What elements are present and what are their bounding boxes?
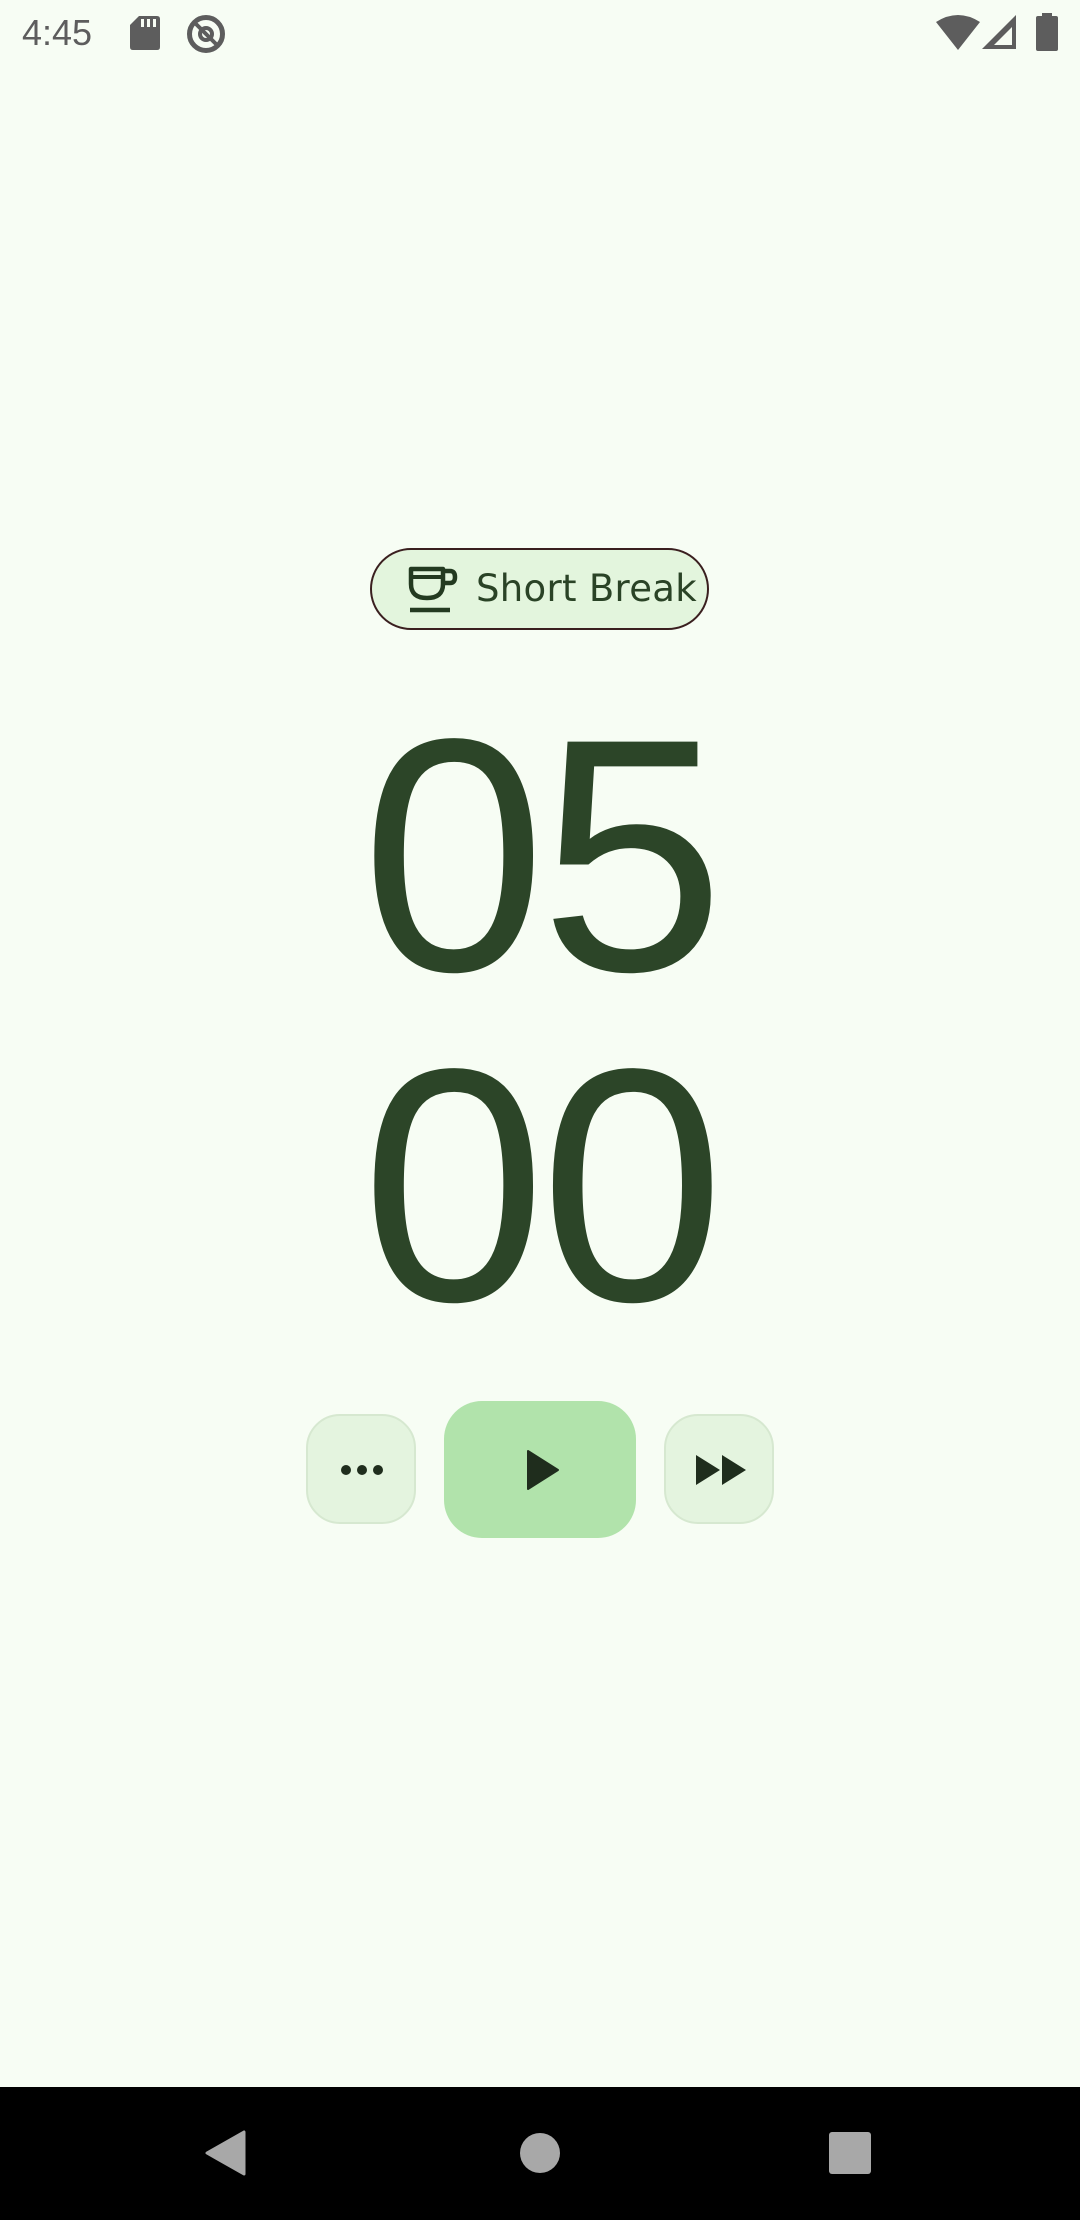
- recents-icon[interactable]: [829, 2132, 871, 2174]
- skip-forward-button[interactable]: [664, 1414, 774, 1524]
- timer-minutes: 05: [361, 670, 724, 1041]
- skip-forward-icon: [696, 1455, 746, 1485]
- cellular-signal-icon: [982, 15, 1016, 49]
- mode-chip[interactable]: Short Break: [370, 548, 709, 630]
- battery-icon: [1036, 13, 1058, 51]
- back-icon[interactable]: [204, 2130, 246, 2176]
- more-options-icon: [341, 1465, 383, 1475]
- at-sign-icon: [187, 15, 225, 53]
- play-icon: [527, 1450, 559, 1490]
- wifi-icon: [936, 15, 980, 50]
- sd-card-icon: [130, 16, 160, 50]
- coffee-cup-icon: [408, 566, 458, 613]
- navigation-bar: [0, 2087, 1080, 2220]
- status-time: 4:45: [22, 12, 93, 53]
- more-options-button[interactable]: [306, 1414, 416, 1524]
- play-button[interactable]: [444, 1401, 636, 1538]
- mode-chip-label: Short Break: [476, 567, 698, 610]
- status-bar: 4:45: [0, 0, 1080, 66]
- timer-seconds: 00: [361, 1000, 724, 1371]
- home-icon[interactable]: [519, 2132, 561, 2174]
